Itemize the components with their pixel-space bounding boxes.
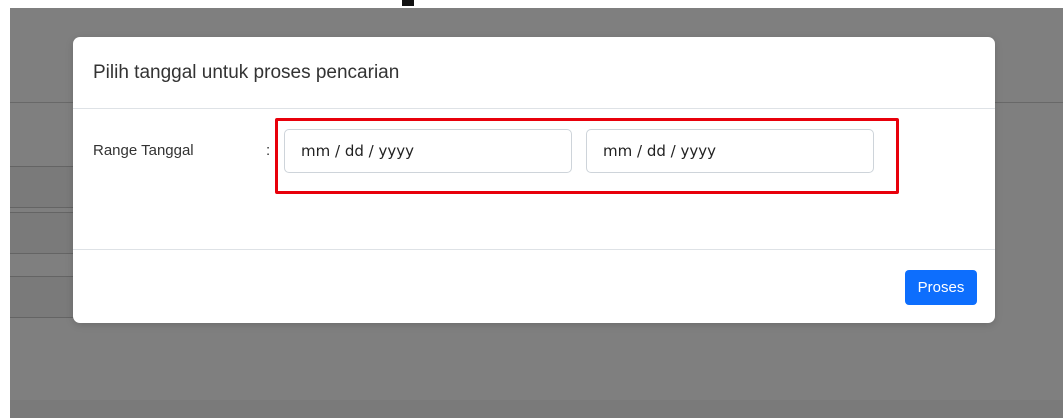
left-edge bbox=[0, 0, 10, 418]
modal-footer: Proses bbox=[73, 250, 995, 323]
end-date-placeholder: mm / dd / yyyy bbox=[603, 142, 716, 160]
start-date-input[interactable]: mm / dd / yyyy bbox=[284, 129, 572, 173]
modal-body: Range Tanggal : mm / dd / yyyy mm / dd /… bbox=[73, 109, 995, 250]
top-edge bbox=[0, 0, 1063, 8]
label-separator: : bbox=[266, 142, 271, 159]
top-edge-mark bbox=[402, 0, 414, 6]
modal-title: Pilih tanggal untuk proses pencarian bbox=[93, 61, 400, 83]
start-date-placeholder: mm / dd / yyyy bbox=[301, 142, 414, 160]
end-date-input[interactable]: mm / dd / yyyy bbox=[586, 129, 874, 173]
modal-header: Pilih tanggal untuk proses pencarian bbox=[73, 37, 995, 109]
page: Pilih tanggal untuk proses pencarian Ran… bbox=[0, 0, 1063, 418]
range-tanggal-label: Range Tanggal bbox=[93, 142, 194, 159]
proses-button[interactable]: Proses bbox=[905, 270, 977, 305]
date-range-modal: Pilih tanggal untuk proses pencarian Ran… bbox=[73, 37, 995, 323]
